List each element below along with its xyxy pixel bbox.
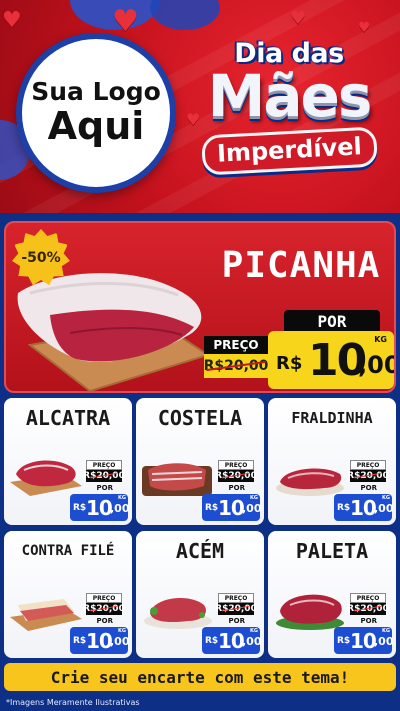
price-currency: R$ <box>205 503 219 513</box>
product-price: R$ 10 ,00 KG <box>202 627 262 654</box>
old-price: R$20,00 <box>347 470 389 482</box>
por-label: POR <box>96 617 113 625</box>
price-cents: ,00 <box>242 502 262 515</box>
price-integer: 10 <box>86 496 113 520</box>
price-unit: KG <box>118 628 126 634</box>
heart-icon: ♥ <box>112 4 139 39</box>
price-integer: 10 <box>218 496 245 520</box>
price-currency: R$ <box>276 353 303 374</box>
meat-image <box>144 598 212 629</box>
product-name: PALETA <box>295 539 369 563</box>
product-price: R$ 10 ,00 KG <box>70 494 130 521</box>
featured-price: R$ 10 ,00 KG <box>268 331 394 389</box>
product-price: R$ 10 ,00 KG <box>334 494 394 521</box>
product-name: FRALDINHA <box>291 409 373 427</box>
old-price: R$20,00 <box>215 603 257 615</box>
preco-label: PREÇO <box>218 593 254 603</box>
price-unit: KG <box>382 495 390 501</box>
price-integer: 10 <box>350 629 377 653</box>
decor-blob <box>150 0 220 30</box>
price-unit: KG <box>250 628 258 634</box>
price-cents: ,00 <box>374 635 394 648</box>
price-unit: KG <box>382 628 390 634</box>
preco-label: PREÇO <box>204 336 268 354</box>
meat-image <box>276 468 344 496</box>
meat-image <box>142 463 212 496</box>
product-price: R$ 10 ,00 KG <box>70 627 130 654</box>
product-card-paleta[interactable]: PALETA PREÇO R$20,00 POR R$ 10 ,00 KG <box>268 531 396 658</box>
product-name: COSTELA <box>157 406 243 430</box>
title-badge: Imperdível <box>200 126 378 176</box>
preco-label: PREÇO <box>350 593 386 603</box>
price-cents: ,00 <box>110 635 130 648</box>
price-integer: 10 <box>86 629 113 653</box>
meat-image <box>276 594 344 630</box>
por-label: POR <box>96 484 113 492</box>
campaign-title: Dia das Mães Imperdível <box>178 32 400 192</box>
logo-placeholder: Sua Logo Aqui <box>16 33 176 193</box>
logo-text-line1: Sua Logo <box>31 77 161 107</box>
price-currency: R$ <box>337 636 351 646</box>
title-main: Mães <box>207 62 373 130</box>
price-unit: KG <box>250 495 258 501</box>
heart-icon: ♥ <box>2 8 22 33</box>
por-label: POR <box>228 617 245 625</box>
por-label: POR <box>284 310 380 332</box>
old-price: R$20,00 <box>83 603 125 615</box>
por-label: POR <box>360 484 377 492</box>
featured-product: -50% PICANHA POR PREÇO R$20,00 R$ 10 ,00… <box>4 221 396 393</box>
preco-label: PREÇO <box>86 460 122 470</box>
price-unit: KG <box>118 495 126 501</box>
cta-banner[interactable]: Crie seu encarte com este tema! <box>4 663 396 691</box>
product-price: R$ 10 ,00 KG <box>334 627 394 654</box>
price-cents: ,00 <box>374 502 394 515</box>
old-price: R$20,00 <box>215 470 257 482</box>
price-cents: ,00 <box>242 635 262 648</box>
price-currency: R$ <box>73 636 87 646</box>
price-cents: ,00 <box>110 502 130 515</box>
preco-label: PREÇO <box>86 593 122 603</box>
product-card-contra-file[interactable]: CONTRA FILÉ PREÇO R$20,00 POR R$ 10 ,00 … <box>4 531 132 658</box>
price-currency: R$ <box>205 636 219 646</box>
product-price: R$ 10 ,00 KG <box>202 494 262 521</box>
price-cents: ,00 <box>358 351 394 379</box>
price-unit: KG <box>374 335 387 344</box>
featured-name: PICANHA <box>221 245 381 286</box>
price-integer: 10 <box>308 335 367 386</box>
por-label: POR <box>360 617 377 625</box>
price-integer: 10 <box>218 629 245 653</box>
preco-label: PREÇO <box>350 460 386 470</box>
preco-label: PREÇO <box>218 460 254 470</box>
product-name: CONTRA FILÉ <box>21 543 115 559</box>
price-currency: R$ <box>73 503 87 513</box>
product-name: ALCATRA <box>25 406 111 430</box>
old-price: R$20,00 <box>347 603 389 615</box>
product-card-alcatra[interactable]: ALCATRA PREÇO R$20,00 POR R$ 10 ,00 KG <box>4 398 132 525</box>
logo-text-line2: Aqui <box>47 103 145 148</box>
product-name: ACÉM <box>175 539 225 563</box>
disclaimer: *Imagens Meramente Ilustrativas <box>6 698 140 707</box>
por-label: POR <box>228 484 245 492</box>
price-currency: R$ <box>337 503 351 513</box>
product-card-costela[interactable]: COSTELA PREÇO R$20,00 POR R$ 10 ,00 KG <box>136 398 264 525</box>
product-card-fraldinha[interactable]: FRALDINHA PREÇO R$20,00 POR R$ 10 ,00 KG <box>268 398 396 525</box>
header-banner: ♥ ♥ ♥ ♥ ♥ Sua Logo Aqui Dia das Mães Imp… <box>0 0 400 213</box>
meat-image <box>10 460 82 496</box>
meat-image <box>10 599 82 631</box>
old-price: R$20,00 <box>83 470 125 482</box>
product-card-acem[interactable]: ACÉM PREÇO R$20,00 POR R$ 10 ,00 KG <box>136 531 264 658</box>
price-integer: 10 <box>350 496 377 520</box>
old-price: R$20,00 <box>204 354 268 378</box>
heart-icon: ♥ <box>290 8 307 29</box>
